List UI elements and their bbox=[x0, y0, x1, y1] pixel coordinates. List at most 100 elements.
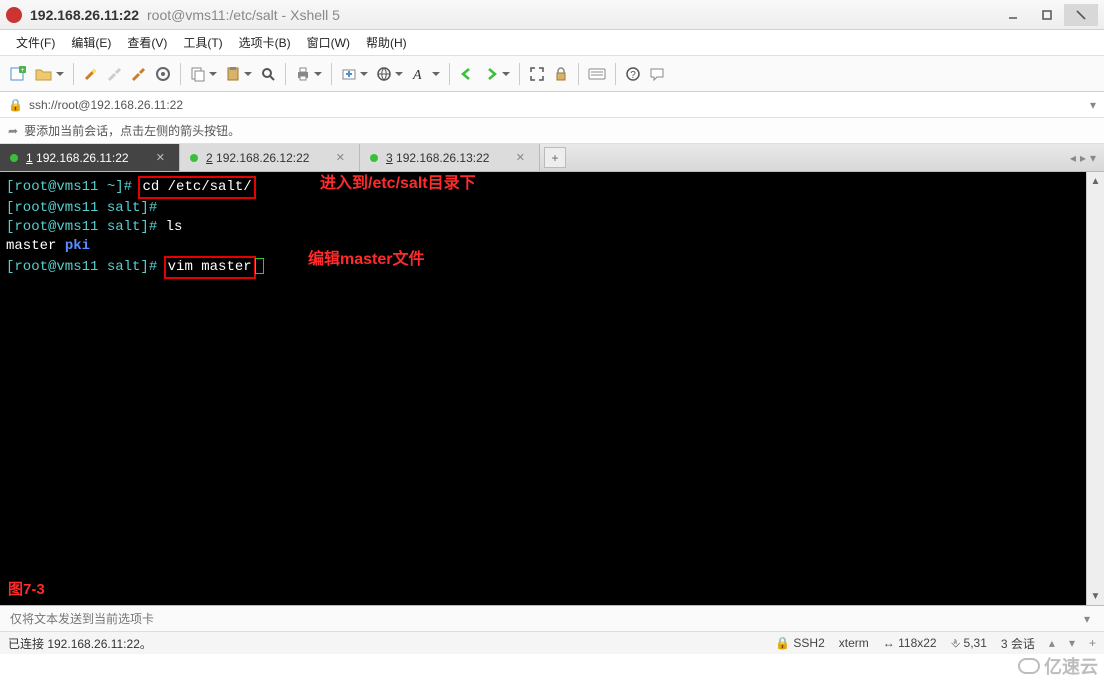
figure-label: 图7-3 bbox=[8, 580, 45, 599]
send-input[interactable] bbox=[8, 611, 1078, 627]
language-button[interactable] bbox=[373, 61, 406, 87]
watermark-logo-icon bbox=[1018, 658, 1040, 674]
svg-text:?: ? bbox=[630, 70, 636, 81]
terminal-area: [root@vms11 ~]# cd /etc/salt/ [root@vms1… bbox=[0, 172, 1104, 606]
open-session-button[interactable] bbox=[32, 61, 67, 87]
status-sessions: 3 会话 bbox=[1001, 635, 1035, 652]
close-button[interactable] bbox=[1064, 4, 1098, 26]
close-tab-icon[interactable]: ✕ bbox=[336, 151, 345, 164]
chat-button[interactable] bbox=[646, 61, 668, 87]
watermark-text: 亿速云 bbox=[1044, 653, 1098, 679]
help-button[interactable]: ? bbox=[622, 61, 644, 87]
toolbar-separator bbox=[180, 63, 181, 85]
toolbar-separator bbox=[615, 63, 616, 85]
print-button[interactable] bbox=[292, 61, 325, 87]
tab-scroll-right-icon[interactable]: ▸ bbox=[1080, 151, 1086, 165]
lock-button[interactable] bbox=[550, 61, 572, 87]
back-button[interactable] bbox=[456, 61, 478, 87]
scroll-up-icon[interactable]: ▲ bbox=[1087, 172, 1104, 190]
status-dot-icon bbox=[370, 154, 378, 162]
font-button[interactable]: A bbox=[408, 61, 443, 87]
tab-index: 1 bbox=[26, 151, 33, 165]
svg-text:+: + bbox=[20, 67, 24, 74]
hint-text: 要添加当前会话，点击左侧的箭头按钮。 bbox=[24, 122, 240, 139]
terminal[interactable]: [root@vms11 ~]# cd /etc/salt/ [root@vms1… bbox=[0, 172, 1086, 605]
toolbar-separator bbox=[578, 63, 579, 85]
menu-bar: 文件(F) 编辑(E) 查看(V) 工具(T) 选项卡(B) 窗口(W) 帮助(… bbox=[0, 30, 1104, 56]
keyboard-button[interactable] bbox=[585, 61, 609, 87]
terminal-line: master pki bbox=[6, 237, 1080, 256]
address-dropdown-icon[interactable]: ▾ bbox=[1090, 98, 1096, 112]
tab-scroll-left-icon[interactable]: ◂ bbox=[1070, 151, 1076, 165]
send-bar: ▾ bbox=[0, 606, 1104, 632]
copy-button[interactable] bbox=[187, 61, 220, 87]
terminal-line: [root@vms11 salt]# bbox=[6, 199, 1080, 218]
terminal-scrollbar[interactable]: ▲ ▼ bbox=[1086, 172, 1104, 605]
watermark: 亿速云 bbox=[1018, 653, 1098, 679]
title-session: root@vms11:/etc/salt - Xshell 5 bbox=[147, 7, 340, 23]
cursor-icon bbox=[255, 258, 264, 274]
fullscreen-button[interactable] bbox=[526, 61, 548, 87]
status-dot-icon bbox=[10, 154, 18, 162]
session-up-icon[interactable]: ▴ bbox=[1049, 636, 1055, 650]
new-tab-button[interactable]: + bbox=[544, 147, 566, 168]
close-tab-icon[interactable]: ✕ bbox=[156, 151, 165, 164]
menu-window[interactable]: 窗口(W) bbox=[301, 32, 356, 53]
menu-help[interactable]: 帮助(H) bbox=[360, 32, 413, 53]
status-cursor: 5,31 bbox=[964, 636, 987, 650]
terminal-line: [root@vms11 ~]# cd /etc/salt/ bbox=[6, 176, 1080, 199]
toolbar-separator bbox=[285, 63, 286, 85]
find-button[interactable] bbox=[257, 61, 279, 87]
annotation-cd: 进入到/etc/salt目录下 bbox=[320, 174, 476, 193]
new-session-button[interactable]: + bbox=[6, 61, 30, 87]
send-dropdown-icon[interactable]: ▾ bbox=[1078, 612, 1096, 626]
toolbar-separator bbox=[519, 63, 520, 85]
session-tabstrip: 1 192.168.26.11:22 ✕ 2 192.168.26.12:22 … bbox=[0, 144, 1104, 172]
session-tab-3[interactable]: 3 192.168.26.13:22 ✕ bbox=[360, 144, 540, 171]
close-tab-icon[interactable]: ✕ bbox=[516, 151, 525, 164]
xftp-button[interactable] bbox=[338, 61, 371, 87]
reconnect-button[interactable] bbox=[128, 61, 150, 87]
forward-button[interactable] bbox=[480, 61, 513, 87]
status-bar: 已连接 192.168.26.11:22。 🔒 SSH2 xterm ↔ 118… bbox=[0, 632, 1104, 654]
connect-button[interactable] bbox=[80, 61, 102, 87]
properties-button[interactable] bbox=[152, 61, 174, 87]
lock-icon: 🔒 bbox=[775, 636, 790, 650]
maximize-button[interactable] bbox=[1030, 4, 1064, 26]
tab-list-dropdown-icon[interactable]: ▾ bbox=[1090, 151, 1096, 165]
toolbar-separator bbox=[449, 63, 450, 85]
title-bar: 192.168.26.11:22 root@vms11:/etc/salt - … bbox=[0, 0, 1104, 30]
session-down-icon[interactable]: ▾ bbox=[1069, 636, 1075, 650]
toolbar: + A ? bbox=[0, 56, 1104, 92]
menu-file[interactable]: 文件(F) bbox=[10, 32, 61, 53]
terminal-line: [root@vms11 salt]# ls bbox=[6, 218, 1080, 237]
tab-index: 3 bbox=[386, 151, 393, 165]
status-termtype: xterm bbox=[839, 636, 869, 650]
status-protocol: SSH2 bbox=[793, 636, 824, 650]
toolbar-separator bbox=[73, 63, 74, 85]
svg-text:A: A bbox=[412, 68, 422, 82]
tab-label: 192.168.26.11:22 bbox=[36, 151, 129, 165]
annotation-vim: 编辑master文件 bbox=[308, 250, 424, 269]
size-icon: ↔ bbox=[883, 636, 895, 650]
menu-tabs[interactable]: 选项卡(B) bbox=[233, 32, 297, 53]
address-text[interactable]: ssh://root@192.168.26.11:22 bbox=[29, 98, 1084, 112]
session-tab-2[interactable]: 2 192.168.26.12:22 ✕ bbox=[180, 144, 360, 171]
menu-edit[interactable]: 编辑(E) bbox=[65, 32, 117, 53]
session-tab-1[interactable]: 1 192.168.26.11:22 ✕ bbox=[0, 144, 180, 171]
terminal-line: [root@vms11 salt]# vim master bbox=[6, 256, 1080, 279]
paste-button[interactable] bbox=[222, 61, 255, 87]
menu-view[interactable]: 查看(V) bbox=[121, 32, 173, 53]
session-add-icon[interactable]: + bbox=[1089, 636, 1096, 650]
scroll-down-icon[interactable]: ▼ bbox=[1087, 587, 1104, 605]
hint-bar: ➦ 要添加当前会话，点击左侧的箭头按钮。 bbox=[0, 118, 1104, 144]
lock-icon: 🔒 bbox=[8, 98, 23, 112]
menu-tools[interactable]: 工具(T) bbox=[177, 32, 228, 53]
toolbar-separator bbox=[331, 63, 332, 85]
hint-arrow-icon[interactable]: ➦ bbox=[8, 124, 18, 138]
disconnect-button bbox=[104, 61, 126, 87]
app-icon bbox=[6, 7, 22, 23]
status-dot-icon bbox=[190, 154, 198, 162]
minimize-button[interactable] bbox=[996, 4, 1030, 26]
title-ip: 192.168.26.11:22 bbox=[30, 7, 139, 23]
